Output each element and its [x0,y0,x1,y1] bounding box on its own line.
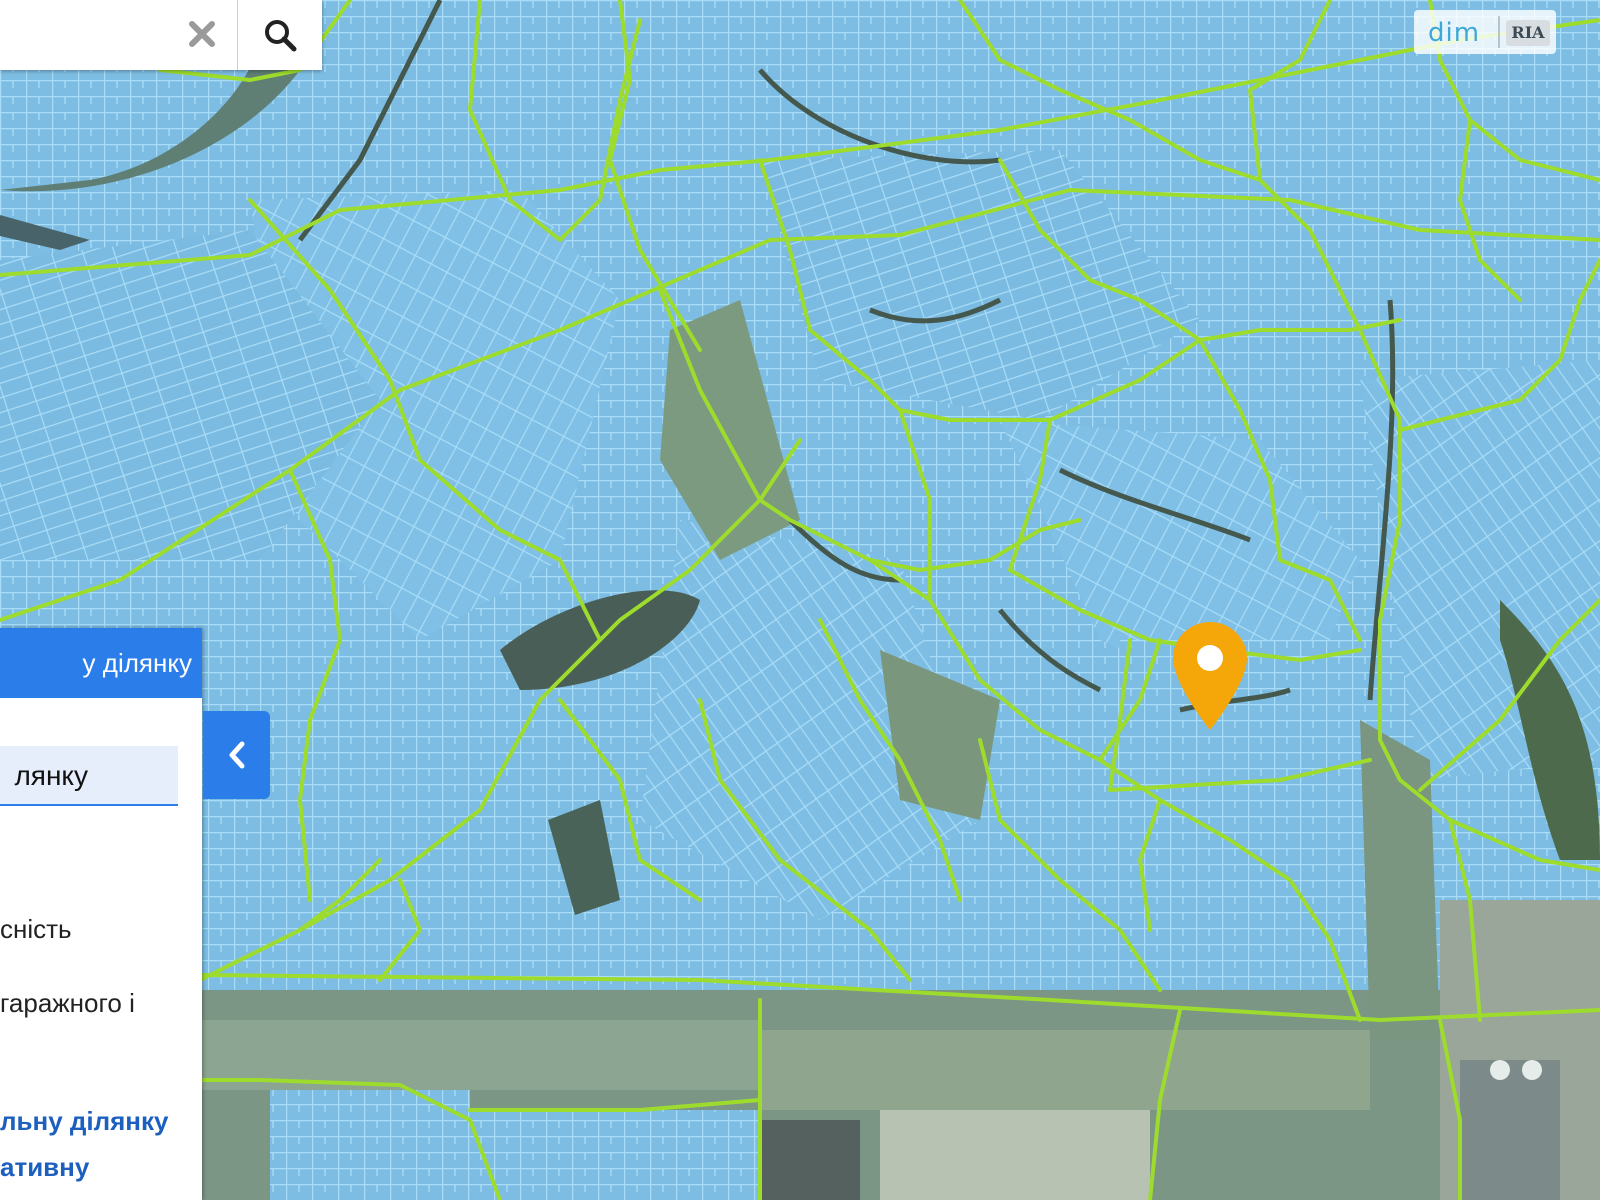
search-bar [0,0,322,70]
search-divider [237,0,238,70]
watermark-brand-left: dim [1428,18,1481,48]
dim-ria-watermark: dim RIA [1414,10,1556,54]
search-input[interactable] [0,0,190,70]
search-button[interactable] [250,8,310,62]
search-icon [265,20,297,52]
watermark-separator [1498,16,1500,48]
panel-header-label: у ділянку [82,648,192,678]
watermark-brand-right: RIA [1506,20,1550,46]
cadastral-map[interactable] [0,0,1600,1200]
panel-text-garage: гаражного і [0,988,135,1018]
close-icon [189,21,215,47]
panel-search-field[interactable]: лянку [0,746,178,806]
side-panel: у ділянку лянку сність гаражного і льну … [0,628,202,1200]
panel-header: у ділянку [0,628,202,698]
panel-link-parcel[interactable]: льну ділянку [0,1106,168,1137]
panel-search-field-value: лянку [14,760,88,791]
chevron-left-icon [229,741,244,769]
panel-text-ownership: сність [0,914,72,944]
collapse-panel-button[interactable] [203,711,270,799]
clear-search-button[interactable] [178,10,226,58]
panel-link-normative[interactable]: ативну [0,1152,89,1183]
parcel-layer [0,0,1600,990]
